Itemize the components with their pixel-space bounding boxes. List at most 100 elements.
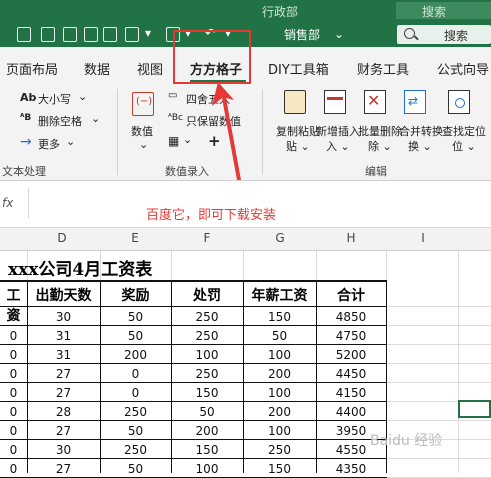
chevron-down-icon[interactable]: ⌄ bbox=[139, 138, 148, 151]
table-cell[interactable]: 4850 bbox=[316, 310, 386, 324]
function-icon[interactable]: fx bbox=[2, 196, 13, 210]
table-cell[interactable]: 4350 bbox=[316, 462, 386, 476]
new-insert-sub[interactable]: 入 ⌄ bbox=[326, 138, 350, 154]
table-cell[interactable]: 28 bbox=[27, 405, 100, 419]
document-icon[interactable] bbox=[41, 27, 55, 42]
format-icon[interactable] bbox=[84, 27, 98, 42]
table-cell[interactable]: 50 bbox=[100, 462, 171, 476]
more-button[interactable]: 更多 bbox=[38, 136, 60, 152]
new-insert-button[interactable]: 新增插入 bbox=[316, 123, 360, 139]
tab-view[interactable]: 视图 bbox=[137, 59, 163, 78]
chevron-down-icon[interactable]: ▾ bbox=[145, 26, 151, 40]
table-cell[interactable]: 30 bbox=[27, 310, 100, 324]
autosave-icon[interactable] bbox=[17, 27, 31, 42]
table-cell[interactable]: 0 bbox=[100, 367, 171, 381]
table-cell[interactable]: 0 bbox=[0, 329, 27, 343]
column-header-d[interactable]: D bbox=[52, 231, 72, 245]
table-cell[interactable]: 0 bbox=[0, 424, 27, 438]
case-button[interactable]: 大小写 bbox=[38, 91, 71, 107]
table-cell[interactable]: 200 bbox=[243, 367, 316, 381]
table-cell[interactable]: 150 bbox=[243, 462, 316, 476]
table-cell[interactable]: 50 bbox=[171, 405, 243, 419]
copy-icon[interactable] bbox=[125, 27, 139, 42]
column-header-e[interactable]: E bbox=[125, 231, 145, 245]
table-cell[interactable]: 0 bbox=[0, 310, 27, 324]
batch-delete-sub[interactable]: 除 ⌄ bbox=[368, 138, 392, 154]
table-cell[interactable]: 0 bbox=[0, 443, 27, 457]
column-header-i[interactable]: I bbox=[413, 231, 433, 245]
table-cell[interactable]: 0 bbox=[0, 367, 27, 381]
grid-icon[interactable]: ▦ bbox=[168, 134, 179, 148]
table-cell[interactable]: 100 bbox=[171, 462, 243, 476]
search-box-ghost[interactable]: 搜索 bbox=[396, 2, 491, 19]
table-cell[interactable]: 200 bbox=[171, 424, 243, 438]
table-cell[interactable]: 31 bbox=[27, 348, 100, 362]
table-cell[interactable]: 200 bbox=[243, 405, 316, 419]
table-cell[interactable]: 250 bbox=[171, 310, 243, 324]
header-cell[interactable]: 合计 bbox=[316, 285, 386, 305]
table-cell[interactable]: 100 bbox=[243, 386, 316, 400]
header-cell[interactable]: 奖励 bbox=[100, 285, 171, 305]
chevron-down-icon[interactable]: ⌄ bbox=[91, 112, 100, 125]
table-cell[interactable]: 27 bbox=[27, 367, 100, 381]
find-locate-sub[interactable]: 位 ⌄ bbox=[452, 138, 476, 154]
table-cell[interactable]: 0 bbox=[100, 386, 171, 400]
find-locate-button[interactable]: 查找定位 bbox=[442, 123, 486, 139]
table-cell[interactable]: 250 bbox=[100, 443, 171, 457]
table-cell[interactable]: 50 bbox=[100, 329, 171, 343]
tab-page-layout[interactable]: 页面布局 bbox=[6, 59, 58, 78]
print-icon[interactable] bbox=[63, 27, 77, 42]
table-cell[interactable]: 4400 bbox=[316, 405, 386, 419]
table-cell[interactable]: 100 bbox=[243, 424, 316, 438]
workbook-tab-ghost[interactable]: 行政部 bbox=[262, 3, 298, 20]
copy-paste-button[interactable]: 复制粘贴 bbox=[276, 123, 320, 139]
table-cell[interactable]: 27 bbox=[27, 462, 100, 476]
table-cell[interactable]: 150 bbox=[243, 310, 316, 324]
tab-finance-tools[interactable]: 财务工具 bbox=[357, 59, 409, 78]
chevron-down-icon[interactable]: ⌄ bbox=[183, 133, 192, 146]
header-cell[interactable]: 处罚 bbox=[171, 285, 243, 305]
table-cell[interactable]: 27 bbox=[27, 386, 100, 400]
value-button[interactable]: 数值 bbox=[131, 123, 153, 139]
selected-cell[interactable] bbox=[458, 400, 491, 418]
table-cell[interactable]: 150 bbox=[171, 443, 243, 457]
chevron-down-icon[interactable]: ⌄ bbox=[334, 27, 344, 41]
chevron-down-icon[interactable]: ⌄ bbox=[66, 135, 75, 148]
table-cell[interactable]: 250 bbox=[100, 405, 171, 419]
table-cell[interactable]: 100 bbox=[243, 348, 316, 362]
tab-data[interactable]: 数据 bbox=[84, 59, 110, 78]
chevron-down-icon[interactable]: ⌄ bbox=[78, 90, 87, 103]
table-cell[interactable]: 0 bbox=[0, 462, 27, 476]
remove-space-button[interactable]: 删除空格 bbox=[38, 113, 82, 129]
table-cell[interactable]: 200 bbox=[100, 348, 171, 362]
table-cell[interactable]: 4150 bbox=[316, 386, 386, 400]
batch-delete-button[interactable]: 批量删除 bbox=[358, 123, 402, 139]
table-cell[interactable]: 50 bbox=[100, 310, 171, 324]
column-header-f[interactable]: F bbox=[197, 231, 217, 245]
merge-convert-sub[interactable]: 换 ⌄ bbox=[408, 138, 432, 154]
table-cell[interactable]: 5200 bbox=[316, 348, 386, 362]
table-cell[interactable]: 250 bbox=[171, 329, 243, 343]
column-header-g[interactable]: G bbox=[270, 231, 290, 245]
column-header-h[interactable]: H bbox=[341, 231, 361, 245]
table-cell[interactable]: 30 bbox=[27, 443, 100, 457]
tab-diy-toolbox[interactable]: DIY工具箱 bbox=[268, 59, 329, 78]
table-cell[interactable]: 4450 bbox=[316, 367, 386, 381]
table-cell[interactable]: 27 bbox=[27, 424, 100, 438]
header-cell[interactable]: 年薪工资 bbox=[243, 285, 316, 305]
header-cell[interactable]: 出勤天数 bbox=[27, 285, 100, 305]
table-cell[interactable]: 50 bbox=[243, 329, 316, 343]
table-cell[interactable]: 50 bbox=[100, 424, 171, 438]
table-cell[interactable]: 250 bbox=[171, 367, 243, 381]
table-cell[interactable]: 0 bbox=[0, 405, 27, 419]
table-cell[interactable]: 150 bbox=[171, 386, 243, 400]
table-cell[interactable]: 31 bbox=[27, 329, 100, 343]
table-cell[interactable]: 100 bbox=[171, 348, 243, 362]
table-cell[interactable]: 4750 bbox=[316, 329, 386, 343]
table-cell[interactable]: 0 bbox=[0, 386, 27, 400]
table-cell[interactable]: 250 bbox=[243, 443, 316, 457]
chart-icon[interactable] bbox=[103, 27, 117, 42]
table-cell[interactable]: 0 bbox=[0, 348, 27, 362]
tab-formula-wizard[interactable]: 公式向导 bbox=[437, 59, 489, 78]
copy-paste-sub[interactable]: 贴 ⌄ bbox=[286, 138, 310, 154]
